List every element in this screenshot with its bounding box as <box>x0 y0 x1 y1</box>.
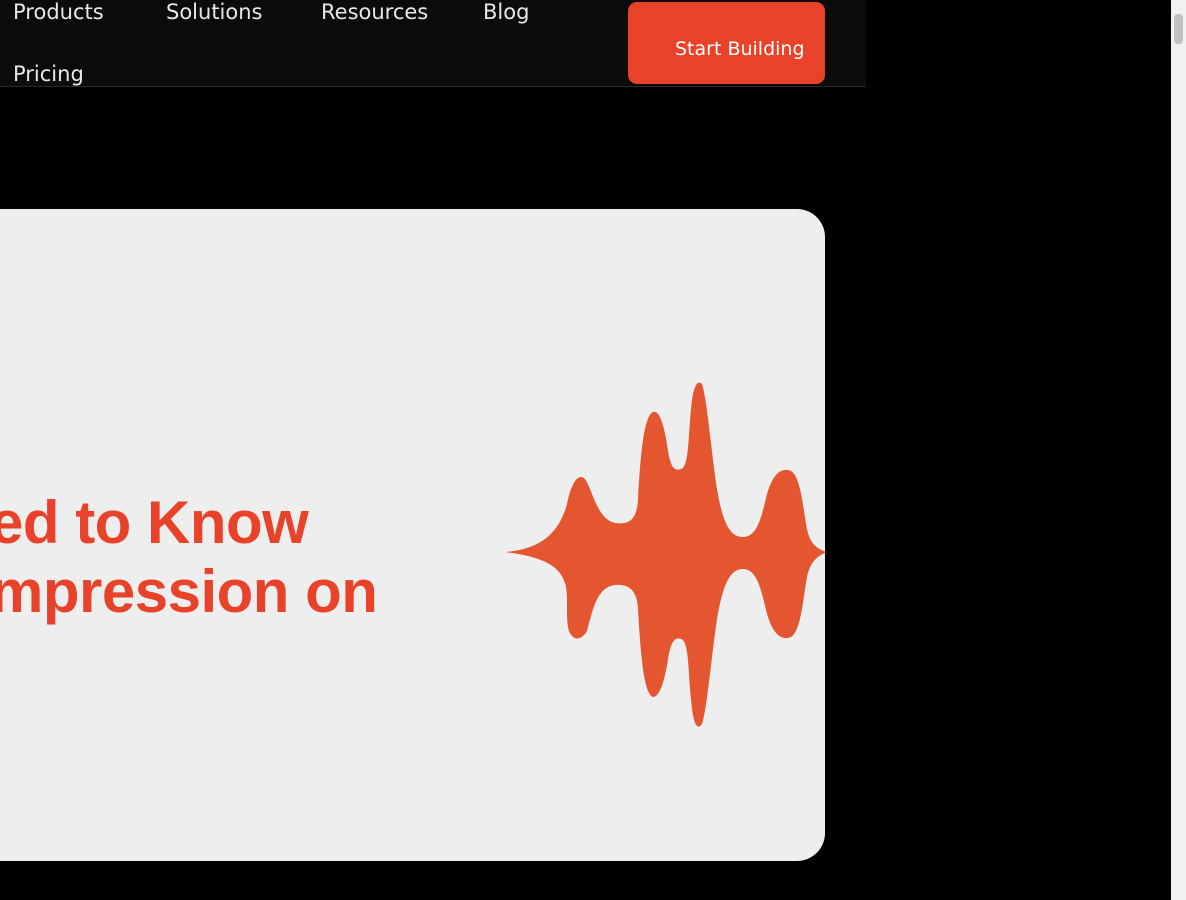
hero-card: ed to Know mpression on <box>0 209 825 861</box>
hero-heading-line-1: ed to Know <box>0 489 309 556</box>
site-header: Products Solutions Resources Blog Pricin… <box>0 0 866 87</box>
scrollbar-thumb[interactable] <box>1174 14 1183 44</box>
nav-pricing[interactable]: Pricing <box>13 61 84 87</box>
nav-resources[interactable]: Resources <box>321 0 428 25</box>
nav-products[interactable]: Products <box>13 0 104 25</box>
sound-wave-icon <box>505 382 825 727</box>
hero-heading-line-2: mpression on <box>0 558 378 625</box>
vertical-scrollbar[interactable] <box>1171 0 1186 900</box>
start-building-button[interactable]: Start Building <box>628 2 825 84</box>
nav-blog[interactable]: Blog <box>483 0 529 25</box>
nav-solutions[interactable]: Solutions <box>166 0 263 25</box>
page: Products Solutions Resources Blog Pricin… <box>0 0 1186 900</box>
